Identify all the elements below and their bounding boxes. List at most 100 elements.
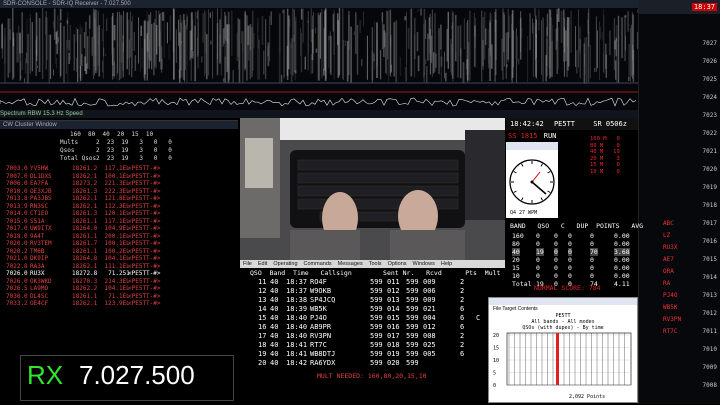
spot-callsign[interactable]: UW9ITX	[30, 225, 52, 232]
menu-file[interactable]: File	[243, 261, 252, 267]
spot-frequency[interactable]: 7013.8	[6, 195, 28, 202]
log-time: 18:39	[286, 305, 308, 313]
score-dup: 0	[568, 240, 572, 248]
log-call[interactable]: RA6YDX	[310, 359, 335, 367]
spot-callsign[interactable]: OK3WKD	[30, 278, 52, 285]
spot-frequency[interactable]: 7014.0	[6, 210, 28, 217]
graph-tab[interactable]: File	[493, 306, 502, 312]
spot-frequency[interactable]: 7010.0	[6, 188, 28, 195]
scale-callsign[interactable]: RT7C	[663, 328, 677, 335]
spot-callsign[interactable]: DL4SC	[30, 293, 48, 300]
scale-freq-label: 7023	[702, 112, 717, 119]
waterfall-display[interactable]	[0, 8, 638, 84]
scale-callsign[interactable]: ABC	[663, 220, 674, 227]
score-dup: 0	[568, 232, 572, 240]
spot-callsign[interactable]: S51A	[30, 218, 44, 225]
spot-callsign[interactable]: DL1DXS	[30, 173, 52, 180]
spot-callsign[interactable]: PA3JBS	[30, 195, 52, 202]
spot-frequency[interactable]: 7026.5	[6, 285, 28, 292]
spot-callsign[interactable]: OE4CF	[30, 300, 48, 307]
spot-frequency[interactable]: 7013.9	[6, 203, 28, 210]
log-rcvd: 599	[406, 278, 419, 286]
spot-tag: <PE5TT-#>	[128, 240, 161, 247]
menu-edit[interactable]: Edit	[258, 261, 267, 267]
spot-callsign[interactable]: YV5HW	[30, 165, 48, 172]
scale-callsign[interactable]: RA	[663, 280, 670, 287]
spot-callsign[interactable]: OE3XJB	[30, 188, 52, 195]
log-call[interactable]: RV3PN	[310, 332, 331, 340]
menu-operating[interactable]: Operating	[273, 261, 297, 267]
spot-callsign[interactable]: EA7FA	[30, 180, 48, 187]
spot-tag: <PE5TT-#>	[128, 172, 161, 180]
sdr-title: SDR-CONSOLE - SDR-IQ Receiver - 7.027.50…	[0, 0, 638, 8]
menu-windows[interactable]: Windows	[413, 261, 435, 267]
log-pts: 2	[460, 341, 465, 349]
menu-options[interactable]: Options	[388, 261, 407, 267]
spot-frequency[interactable]: 7033.2	[6, 300, 28, 307]
log-snr: 012	[387, 287, 400, 295]
log-call[interactable]: WB8DTJ	[310, 350, 335, 358]
bandmap-scale[interactable]: 18:37 7027 7026 7025 7024 7023 7022 7021 7020 70…	[638, 0, 720, 404]
spot-frequency[interactable]: 7006.0	[6, 180, 28, 187]
graph-tab[interactable]: Contents	[518, 306, 538, 312]
log-call[interactable]: W9OKB	[310, 287, 331, 295]
spot-frequency[interactable]: 7022.8	[6, 263, 28, 270]
scale-callsign[interactable]: RU3X	[663, 244, 677, 251]
score-header: BAND QSO C DUP POINTS AVG	[510, 222, 644, 230]
log-qso: 19	[258, 350, 267, 358]
menu-messages[interactable]: Messages	[338, 261, 363, 267]
menu-tools[interactable]: Tools	[369, 261, 382, 267]
spot-frequency[interactable]: 7020.0	[6, 240, 28, 247]
spot-callsign[interactable]: TM6B	[30, 248, 44, 255]
log-rnr: 005	[423, 350, 436, 358]
rate-call: PE5TT	[553, 120, 576, 128]
spectrum-display[interactable]	[0, 86, 638, 108]
spot-callsign[interactable]: RU3X	[30, 270, 44, 277]
spot-frequency[interactable]: 7030.0	[6, 293, 28, 300]
menu-help[interactable]: Help	[441, 261, 452, 267]
spot-frequency[interactable]: 7003.0	[6, 165, 28, 172]
sdr-toolbar[interactable]: Spectrum RBW 15.3 Hz Speed	[0, 110, 638, 118]
spot-frequency[interactable]: 7018.0	[6, 233, 28, 240]
scale-callsign[interactable]: LZ	[663, 232, 670, 239]
scale-callsign[interactable]: WB5K	[663, 304, 677, 311]
spot-tag: <PE5TT-#>	[128, 300, 161, 307]
spot-frequency[interactable]: 7021.0	[6, 255, 28, 262]
log-call[interactable]: RT7C	[310, 341, 327, 349]
spot-frequency[interactable]: 7020.2	[6, 248, 28, 255]
log-call[interactable]: RO4F	[310, 278, 327, 286]
log-call[interactable]: PJ4O	[310, 314, 327, 322]
spot-callsign[interactable]: RN3SC	[30, 203, 48, 210]
log-band: 40	[270, 314, 279, 322]
spot-frequency[interactable]: 7007.0	[6, 173, 28, 180]
scale-callsign[interactable]: ORA	[663, 268, 674, 275]
log-call[interactable]: AB9PR	[310, 323, 331, 331]
log-call[interactable]: WB5K	[310, 305, 327, 313]
spot-callsign[interactable]: RV3TEM	[30, 240, 52, 247]
scale-callsign[interactable]: PJ4O	[663, 292, 677, 299]
spot-callsign[interactable]: CT1EO	[30, 210, 48, 217]
spot-frequency[interactable]: 7026.0	[6, 270, 28, 277]
spot-callsign[interactable]: LA9MO	[30, 285, 48, 292]
spot-tag: <PE5TT-#>	[128, 292, 161, 300]
log-rnr: 025	[423, 341, 436, 349]
spot-callsign[interactable]: DK9IP	[30, 255, 48, 262]
graph-ytick: 15	[493, 346, 499, 352]
log-call[interactable]: SP4JCQ	[310, 296, 335, 304]
spot-callsign[interactable]: 9A4T	[30, 233, 44, 240]
graph-tab[interactable]: Target	[502, 306, 517, 312]
scale-freq-label: 7010	[702, 346, 717, 353]
spot-frequency[interactable]: 7015.0	[6, 218, 28, 225]
log-rcvd: 599	[406, 314, 419, 322]
menu-commands[interactable]: Commands	[304, 261, 332, 267]
spot-info: 18261.1 100.2EL	[72, 247, 130, 255]
scale-callsign[interactable]: RV3PN	[663, 316, 681, 323]
spot-frequency[interactable]: 7017.0	[6, 225, 28, 232]
log-time: 18:41	[286, 341, 308, 349]
score-points: 0	[590, 272, 594, 280]
spot-frequency[interactable]: 7026.0	[6, 278, 28, 285]
stats-label: Mults	[60, 139, 79, 146]
log-time: 18:40	[286, 332, 308, 340]
scale-callsign[interactable]: AE7	[663, 256, 674, 263]
spot-callsign[interactable]: RA3A	[30, 263, 44, 270]
